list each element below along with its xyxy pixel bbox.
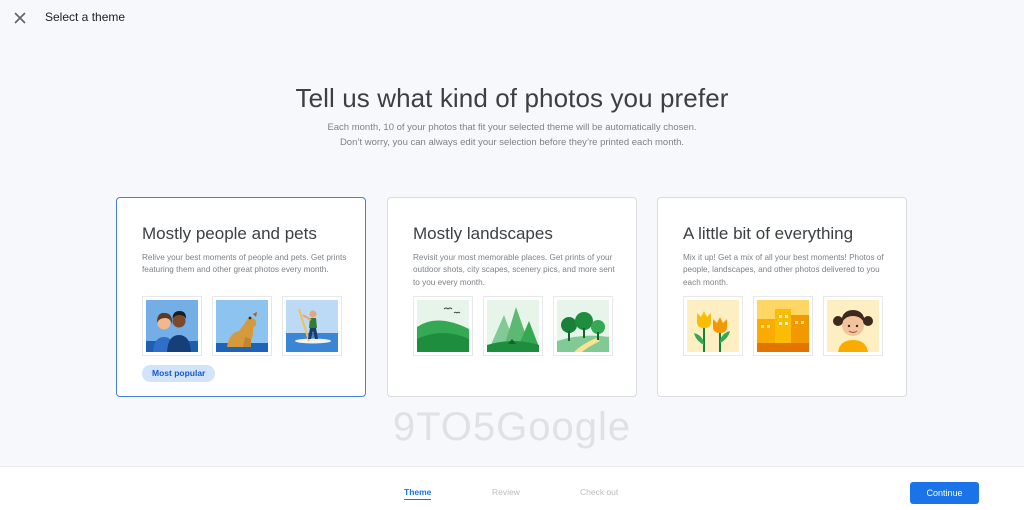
- card-description: Mix it up! Get a mix of all your best mo…: [683, 253, 884, 287]
- paddleboard-photo-thumbnail: [283, 297, 341, 355]
- theme-card-everything[interactable]: A little bit of everything Mix it up! Ge…: [657, 197, 907, 397]
- bottom-bar: Theme Review Check out Continue: [0, 466, 1024, 510]
- hills-photo-thumbnail: [414, 297, 472, 355]
- subtitle-line-2: Don’t worry, you can always edit your se…: [339, 137, 685, 148]
- headline: Tell us what kind of photos you prefer: [295, 83, 729, 113]
- card-description: Relive your best moments of people and p…: [142, 253, 347, 275]
- watermark: 9TO5Google: [392, 405, 632, 449]
- subtitle-line-1: Each month, 10 of your photos that fit y…: [327, 122, 697, 133]
- mountains-photo-thumbnail: [484, 297, 542, 355]
- card-description: Revisit your most memorable places. Get …: [413, 253, 615, 287]
- card-title: Mostly people and pets: [142, 224, 317, 243]
- step-theme[interactable]: Theme: [404, 487, 432, 500]
- step-review[interactable]: Review: [492, 487, 520, 497]
- top-bar: Select a theme: [0, 0, 1024, 36]
- step-check-out[interactable]: Check out: [580, 487, 618, 497]
- theme-card-landscapes[interactable]: Mostly landscapes Revisit your most memo…: [387, 197, 637, 397]
- page-title: Select a theme: [45, 10, 126, 24]
- theme-card-people-pets[interactable]: Mostly people and pets Relive your best …: [116, 197, 366, 397]
- girl-photo-thumbnail: [824, 297, 882, 355]
- continue-button[interactable]: Continue: [910, 482, 979, 504]
- trees-photo-thumbnail: [554, 297, 612, 355]
- most-popular-badge: Most popular: [142, 365, 216, 382]
- dog-photo-thumbnail: [213, 297, 271, 355]
- card-title: A little bit of everything: [683, 224, 854, 243]
- couple-photo-thumbnail: [143, 297, 201, 355]
- card-title: Mostly landscapes: [413, 224, 553, 243]
- city-photo-thumbnail: [754, 297, 812, 355]
- tulips-photo-thumbnail: [684, 297, 742, 355]
- close-icon[interactable]: [12, 10, 28, 26]
